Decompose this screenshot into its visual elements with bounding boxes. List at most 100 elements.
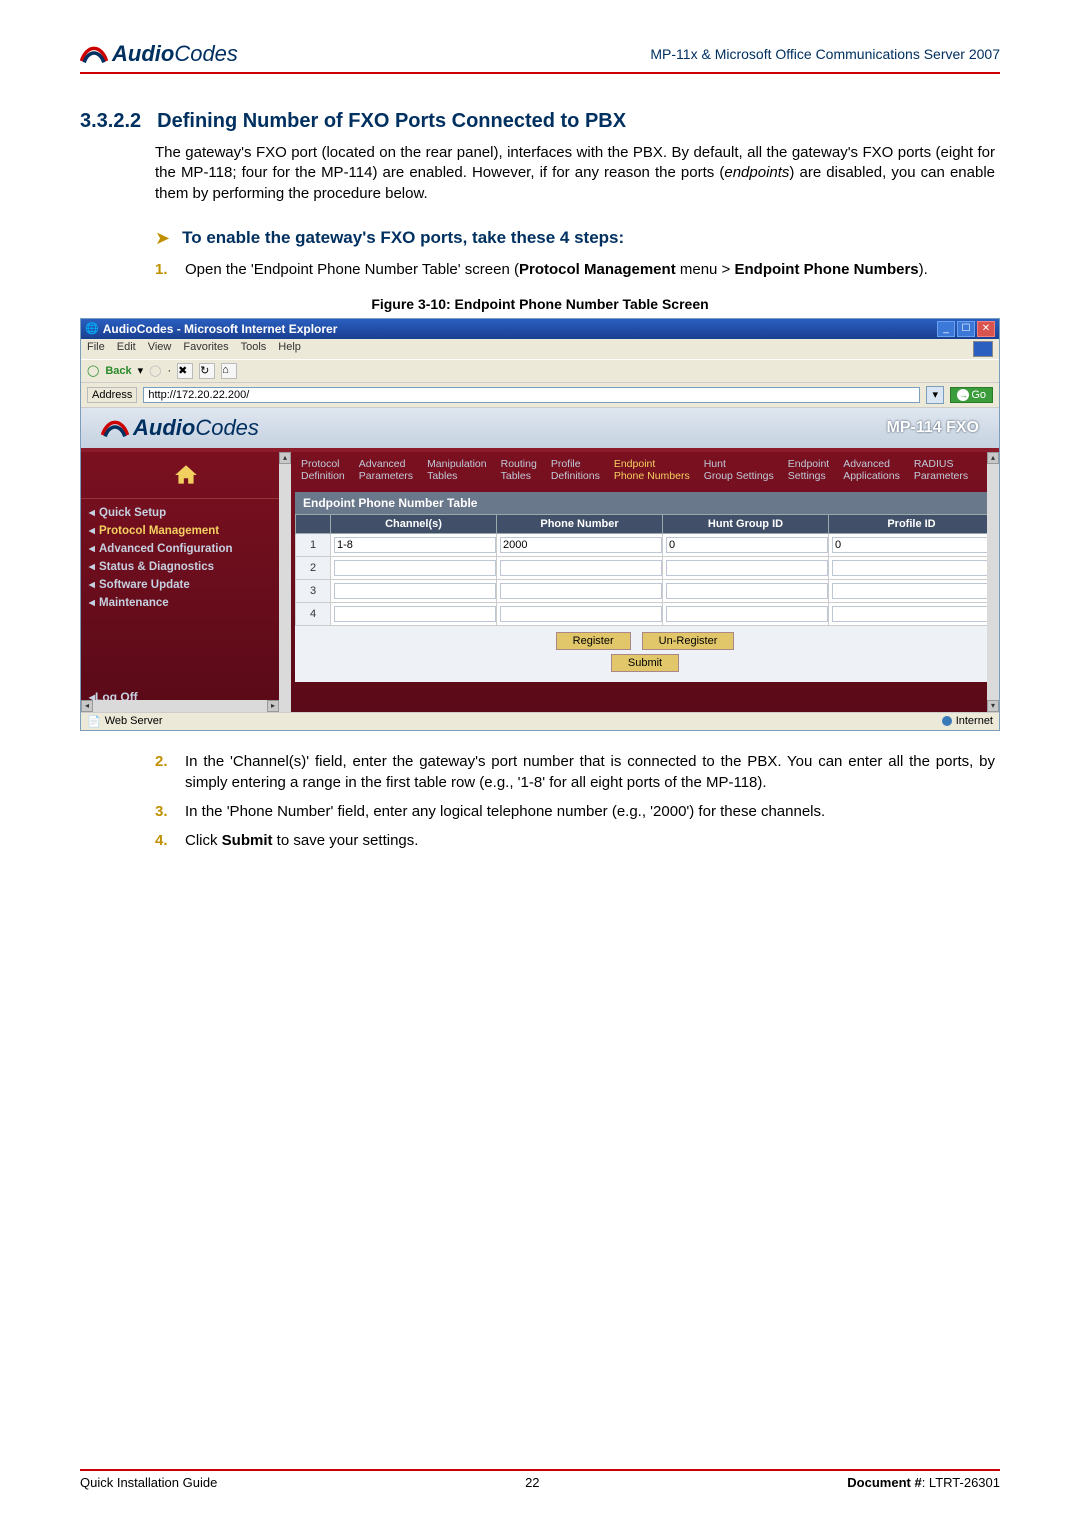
phone-number-input[interactable] [500, 583, 662, 599]
sidebar-item[interactable]: ◂Advanced Configuration [89, 539, 291, 557]
menu-view[interactable]: View [148, 341, 172, 357]
step-num-3: 3. [155, 801, 185, 822]
refresh-icon[interactable]: ↻ [199, 363, 215, 379]
phone-number-input[interactable] [500, 606, 662, 622]
sidebar-scrollbar-v[interactable]: ▴ [279, 452, 291, 712]
tab-item[interactable]: EndpointPhone Numbers [614, 458, 690, 482]
row-index: 4 [296, 602, 331, 625]
hunt-group-input[interactable] [666, 583, 828, 599]
channels-input[interactable] [334, 560, 496, 576]
back-icon[interactable]: ◯ [87, 364, 99, 377]
panel-title: Endpoint Phone Number Table [295, 492, 995, 514]
status-page-icon: 📄 [87, 715, 101, 728]
close-button[interactable]: ✕ [977, 321, 995, 337]
phone-number-input[interactable] [500, 560, 662, 576]
go-button[interactable]: →Go [950, 387, 993, 403]
main-scrollbar-v[interactable]: ▴ ▾ [987, 452, 999, 712]
step4c: to save your settings. [273, 832, 419, 849]
tab-item[interactable]: AdvancedApplications [843, 458, 900, 482]
channels-input[interactable] [334, 606, 496, 622]
maximize-button[interactable]: ☐ [957, 321, 975, 337]
app-sidebar: ▴ ◂Quick Setup◂Protocol Management◂Advan… [81, 452, 291, 712]
profile-id-input[interactable] [832, 560, 994, 576]
step2-text: In the 'Channel(s)' field, enter the gat… [185, 751, 995, 793]
sidebar-scrollbar-h[interactable]: ◂ ▸ [81, 700, 279, 712]
ie-statusbar: 📄 Web Server Internet [81, 712, 999, 730]
submit-button[interactable]: Submit [611, 654, 679, 672]
menu-favorites[interactable]: Favorites [183, 341, 228, 357]
logo-sub: Codes [174, 41, 238, 66]
tab-item[interactable]: HuntGroup Settings [704, 458, 774, 482]
sidebar-item[interactable]: ◂Quick Setup [89, 503, 291, 521]
menu-edit[interactable]: Edit [117, 341, 136, 357]
channels-input[interactable] [334, 583, 496, 599]
status-right: Internet [956, 715, 993, 727]
scroll-right-icon[interactable]: ▸ [267, 700, 279, 712]
app-logo-sub: Codes [195, 415, 259, 440]
minimize-button[interactable]: _ [937, 321, 955, 337]
menu-tools[interactable]: Tools [241, 341, 267, 357]
hunt-group-input[interactable] [666, 606, 828, 622]
step3-text: In the 'Phone Number' field, enter any l… [185, 801, 995, 822]
tab-item[interactable]: RoutingTables [501, 458, 537, 482]
menu-file[interactable]: File [87, 341, 105, 357]
sidebar-home[interactable] [81, 452, 291, 499]
section-number: 3.3.2.2 [80, 110, 141, 133]
table-row: 1 [296, 533, 995, 556]
back-button[interactable]: Back [105, 365, 131, 377]
app-body: ▴ ◂Quick Setup◂Protocol Management◂Advan… [81, 452, 999, 712]
home-icon[interactable]: ⌂ [221, 363, 237, 379]
scroll-left-icon[interactable]: ◂ [81, 700, 93, 712]
profile-id-input[interactable] [832, 606, 994, 622]
go-label: Go [971, 389, 986, 401]
channels-input[interactable] [334, 537, 496, 553]
house-icon [173, 462, 199, 488]
scroll-up-icon[interactable]: ▴ [279, 452, 291, 464]
subheading-row: ➤ To enable the gateway's FXO ports, tak… [155, 228, 1000, 249]
sidebar-item[interactable]: ◂Software Update [89, 575, 291, 593]
brand-logo: AudioCodes [80, 40, 238, 68]
forward-icon[interactable]: ◯ [149, 364, 161, 377]
ie-titlebar: 🌐 AudioCodes - Microsoft Internet Explor… [81, 319, 999, 339]
tab-item[interactable]: AdvancedParameters [359, 458, 413, 482]
step-num-1: 1. [155, 259, 185, 280]
address-dropdown-icon[interactable]: ▾ [926, 386, 944, 404]
hunt-group-input[interactable] [666, 560, 828, 576]
tab-item[interactable]: RADIUSParameters [914, 458, 968, 482]
back-dropdown-icon[interactable]: ▾ [138, 364, 144, 377]
tab-item[interactable]: ProtocolDefinition [301, 458, 345, 482]
sidebar-item[interactable]: ◂Status & Diagnostics [89, 557, 291, 575]
app-header: AudioCodes MP-114 FXO [81, 408, 999, 452]
hunt-group-input[interactable] [666, 537, 828, 553]
logo-swoosh-icon [80, 40, 108, 68]
step-num-4: 4. [155, 830, 185, 851]
main-scroll-up-icon[interactable]: ▴ [987, 452, 999, 464]
stop-icon[interactable]: ✖ [177, 363, 193, 379]
ie-window: 🌐 AudioCodes - Microsoft Internet Explor… [80, 318, 1000, 731]
address-input[interactable] [143, 387, 920, 403]
app-tabbar: ProtocolDefinition AdvancedParameters Mani… [291, 452, 999, 492]
row-index: 1 [296, 533, 331, 556]
unregister-button[interactable]: Un-Register [642, 632, 735, 650]
tab-item[interactable]: ManipulationTables [427, 458, 487, 482]
status-left: Web Server [105, 715, 163, 727]
footer-page: 22 [525, 1475, 539, 1490]
step-3: 3.In the 'Phone Number' field, enter any… [155, 801, 995, 822]
triangle-right-icon: ➤ [155, 228, 170, 249]
table-row: 2 [296, 556, 995, 579]
profile-id-input[interactable] [832, 583, 994, 599]
main-scroll-down-icon[interactable]: ▾ [987, 700, 999, 712]
tab-item[interactable]: ProfileDefinitions [551, 458, 600, 482]
sidebar-item[interactable]: ◂Maintenance [89, 593, 291, 611]
register-button[interactable]: Register [556, 632, 631, 650]
menu-help[interactable]: Help [278, 341, 301, 357]
tab-item[interactable]: EndpointSettings [788, 458, 829, 482]
profile-id-input[interactable] [832, 537, 994, 553]
section-title: Defining Number of FXO Ports Connected t… [157, 110, 626, 133]
header-product: MP-11x & Microsoft Office Communications… [650, 46, 1000, 62]
col-channels: Channel(s) [331, 514, 497, 533]
phone-number-input[interactable] [500, 537, 662, 553]
sidebar-item[interactable]: ◂Protocol Management [89, 521, 291, 539]
page-footer: Quick Installation Guide 22 Document #: … [80, 1469, 1000, 1490]
step-2: 2.In the 'Channel(s)' field, enter the g… [155, 751, 995, 793]
